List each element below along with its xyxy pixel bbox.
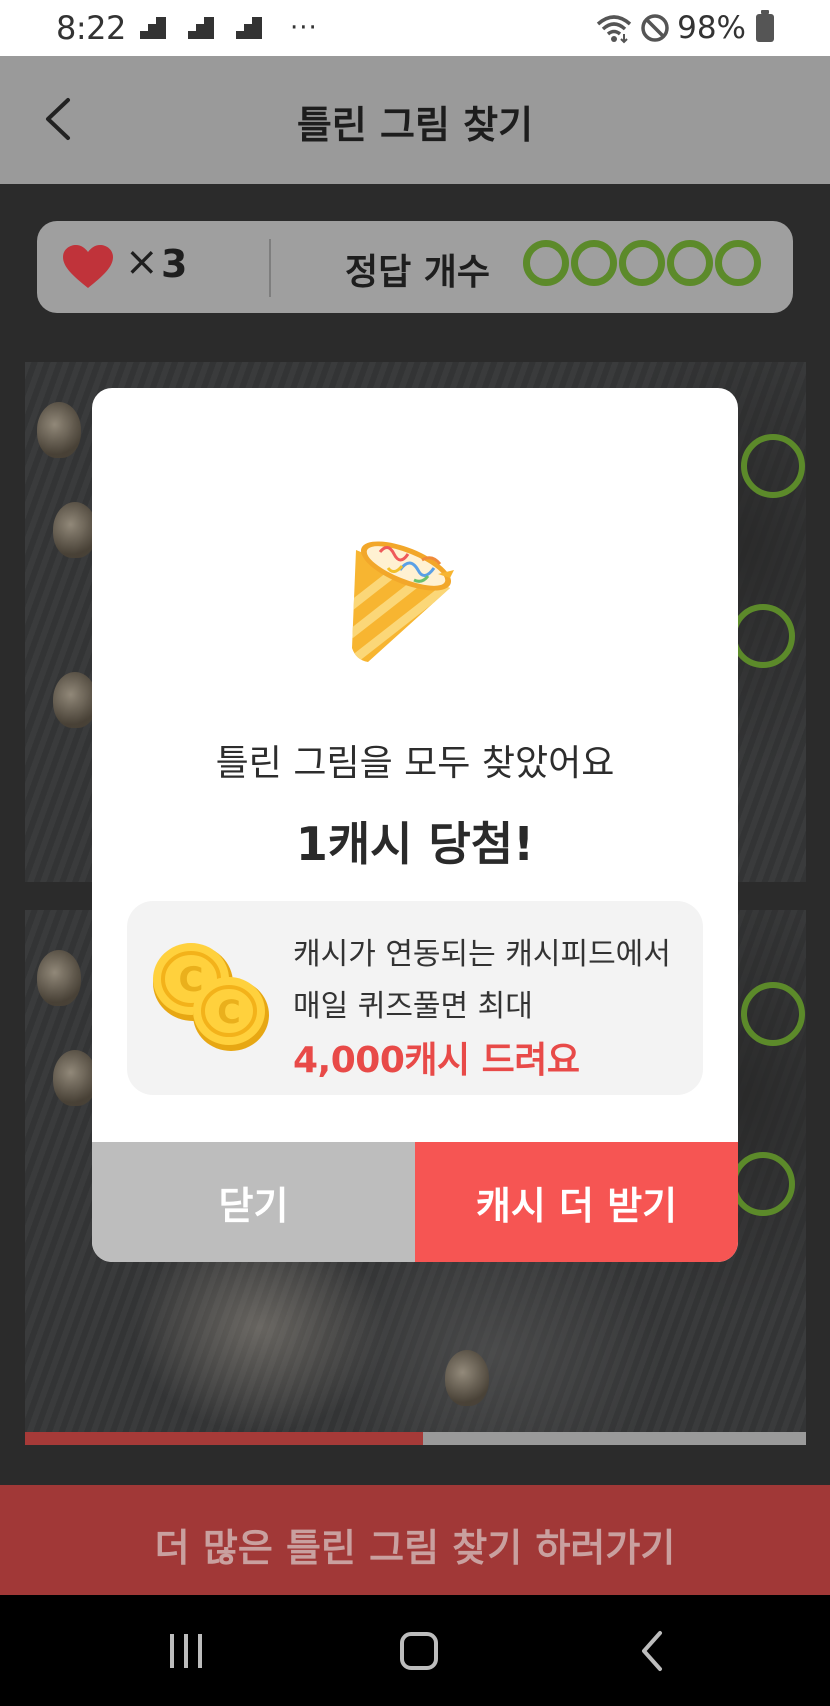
promo-card[interactable]: C C 캐시가 연동되는 캐시피드에서 매일 퀴즈풀면 최대 4,000캐시 드…: [127, 901, 703, 1095]
found-difference-marker: [741, 434, 805, 498]
svg-text:C: C: [217, 993, 240, 1031]
light-bulb-image: [53, 672, 97, 728]
answers-label: 정답 개수: [345, 252, 491, 293]
close-button[interactable]: 닫기: [92, 1142, 415, 1262]
do-not-disturb-icon: [641, 14, 669, 42]
promo-text-line: 매일 퀴즈풀면 최대: [293, 989, 533, 1024]
promo-text-line: 캐시가 연동되는 캐시피드에서: [293, 937, 671, 972]
reward-dialog: 틀린 그림을 모두 찾았어요 1캐시 당첨! C C 캐시가 연동되는 캐시피드…: [92, 388, 738, 1262]
app-header: 틀린 그림 찾기: [0, 56, 830, 184]
status-bar: 8:22 ··· 98%: [0, 0, 830, 56]
answer-slot-icon: [619, 240, 665, 286]
notification-icon: [236, 17, 262, 39]
dialog-button-row: 닫기 캐시 더 받기: [92, 1142, 738, 1262]
light-bulb-image: [37, 402, 81, 458]
party-popper-icon: [352, 541, 454, 662]
timer-progress-bar: [25, 1432, 806, 1445]
recent-apps-icon[interactable]: [168, 1632, 204, 1670]
notification-icon: [140, 17, 166, 39]
promo-highlight: 4,000캐시 드려요: [293, 1040, 580, 1081]
found-difference-marker: [731, 1152, 795, 1216]
notification-icon: [188, 17, 214, 39]
status-time: 8:22: [56, 9, 126, 47]
battery-icon: [756, 10, 774, 42]
lives-multiplier: ×: [125, 239, 159, 285]
timer-progress-fill: [25, 1432, 424, 1445]
light-bulb-image: [445, 1350, 489, 1406]
coins-icon: C C: [153, 943, 269, 1051]
home-icon[interactable]: [400, 1632, 438, 1670]
status-right: 98%: [595, 10, 774, 46]
score-panel: × 3 정답 개수: [37, 221, 793, 313]
answer-slot-icon: [667, 240, 713, 286]
dialog-prize: 1캐시 당첨!: [295, 817, 535, 871]
page-title: 틀린 그림 찾기: [296, 103, 534, 147]
more-games-button[interactable]: 더 많은 틀린 그림 찾기 하러가기: [0, 1485, 830, 1595]
lives-count: 3: [161, 242, 188, 286]
answer-progress: [523, 240, 761, 286]
found-difference-marker: [731, 604, 795, 668]
light-bulb-image: [37, 950, 81, 1006]
notification-icons: ···: [140, 13, 318, 43]
battery-percent: 98%: [677, 10, 746, 46]
wifi-icon: [596, 15, 632, 44]
get-more-cash-button[interactable]: 캐시 더 받기: [415, 1142, 738, 1262]
more-notifications-icon: ···: [290, 13, 318, 43]
light-bulb-image: [53, 1050, 97, 1106]
answer-slot-icon: [523, 240, 569, 286]
divider: [269, 239, 271, 297]
light-bulb-image: [53, 502, 97, 558]
found-difference-marker: [741, 982, 805, 1046]
system-nav-bar: [0, 1595, 830, 1706]
heart-icon: [63, 245, 113, 288]
dialog-message: 틀린 그림을 모두 찾았어요: [215, 743, 615, 784]
back-icon[interactable]: [636, 1629, 668, 1673]
answer-slot-icon: [715, 240, 761, 286]
more-games-label: 더 많은 틀린 그림 찾기 하러가기: [154, 1526, 676, 1570]
answer-slot-icon: [571, 240, 617, 286]
